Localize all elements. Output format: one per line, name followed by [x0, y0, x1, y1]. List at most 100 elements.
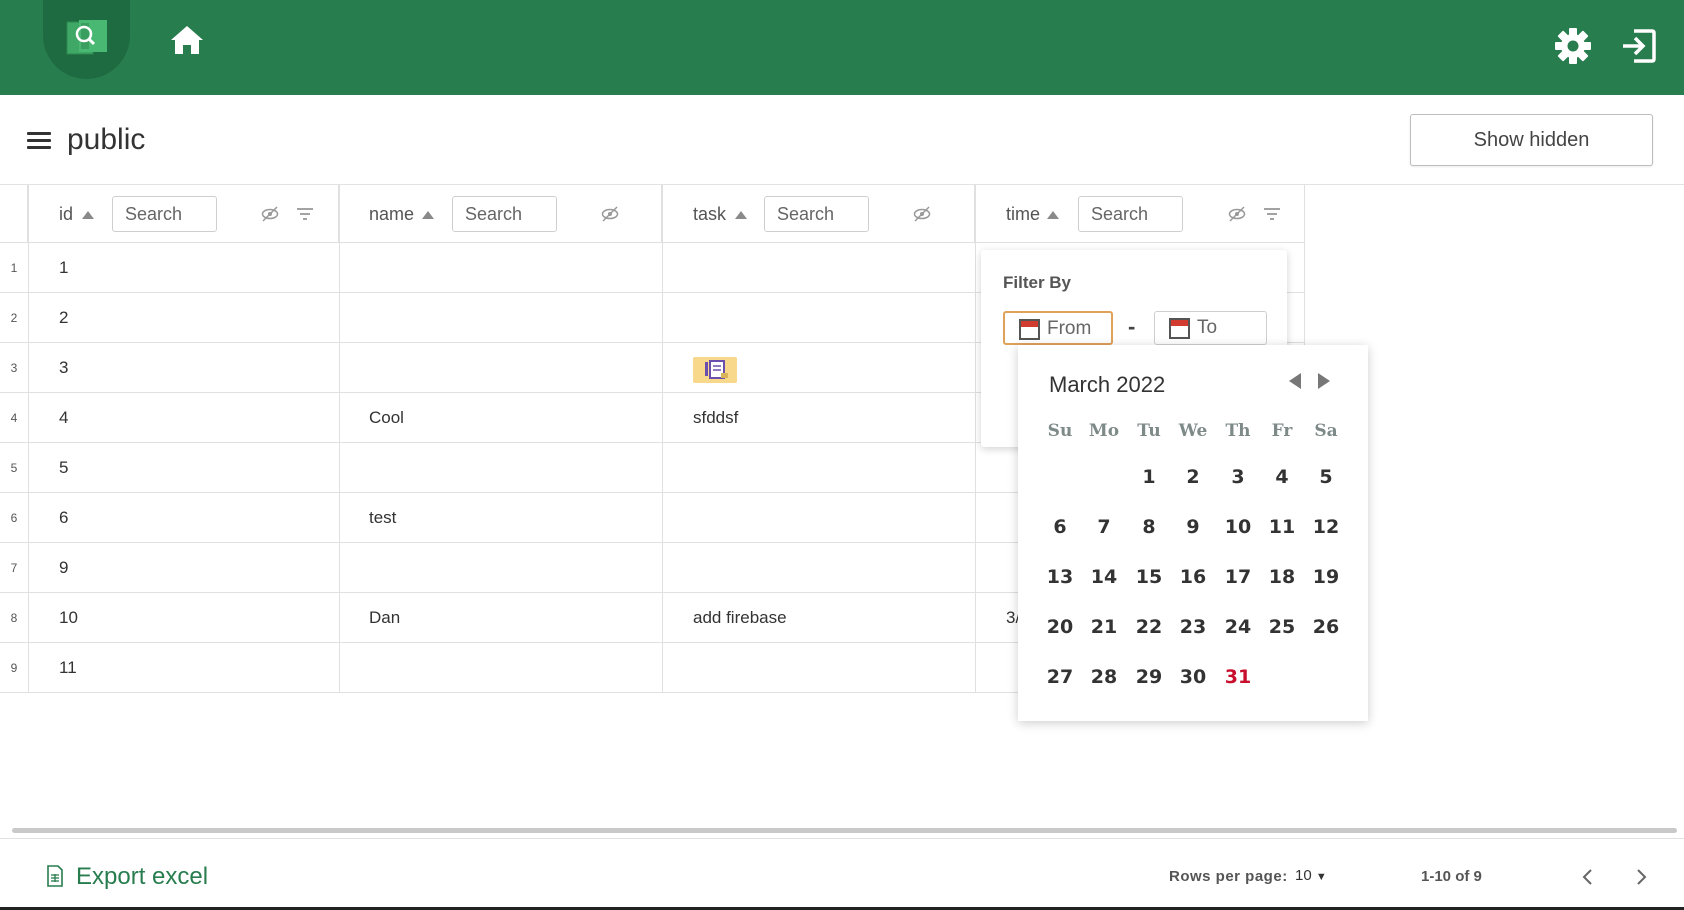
- cell-task[interactable]: sfddsf: [693, 408, 738, 428]
- filter-icon[interactable]: [1263, 205, 1281, 223]
- calendar-day[interactable]: 4: [1260, 466, 1304, 488]
- cell-id[interactable]: 9: [59, 558, 68, 578]
- to-placeholder: To: [1197, 317, 1218, 338]
- calendar-day[interactable]: 7: [1082, 516, 1126, 538]
- top-app-bar: [0, 0, 1684, 95]
- cell-id[interactable]: 5: [59, 458, 68, 478]
- document-icon: [705, 360, 728, 379]
- from-date-input[interactable]: From: [1003, 311, 1113, 345]
- column-label-time[interactable]: time: [1006, 204, 1040, 225]
- chevron-left-icon[interactable]: [1576, 865, 1600, 889]
- row-number: 2: [10, 311, 18, 325]
- calendar-day[interactable]: 23: [1171, 616, 1215, 638]
- calendar-day[interactable]: 9: [1171, 516, 1215, 538]
- cell-id[interactable]: 3: [59, 358, 68, 378]
- column-label-task[interactable]: task: [693, 204, 726, 225]
- calendar-day[interactable]: 12: [1304, 516, 1348, 538]
- calendar-day[interactable]: 18: [1260, 566, 1304, 588]
- cell-id[interactable]: 4: [59, 408, 68, 428]
- column-label-name[interactable]: name: [369, 204, 414, 225]
- next-month-icon[interactable]: [1318, 373, 1330, 389]
- calendar-day[interactable]: 19: [1304, 566, 1348, 588]
- calendar-day[interactable]: 10: [1216, 516, 1260, 538]
- calendar-day[interactable]: 27: [1038, 666, 1082, 688]
- show-hidden-button[interactable]: Show hidden: [1410, 114, 1653, 166]
- cell-name[interactable]: test: [369, 508, 396, 528]
- weekday-label: Fr: [1271, 421, 1293, 441]
- hide-column-icon[interactable]: [913, 205, 931, 223]
- horizontal-scrollbar[interactable]: [12, 828, 1677, 833]
- cell-name[interactable]: Cool: [369, 408, 404, 428]
- row-number-header: [0, 185, 28, 243]
- title-row: public Show hidden: [0, 95, 1684, 185]
- calendar-day[interactable]: 22: [1127, 616, 1171, 638]
- spreadsheet-icon: [47, 865, 63, 887]
- calendar-day[interactable]: 21: [1082, 616, 1126, 638]
- hide-column-icon[interactable]: [1228, 205, 1246, 223]
- row-number: 8: [10, 611, 18, 625]
- calendar-day[interactable]: 1: [1127, 466, 1171, 488]
- cell-id[interactable]: 6: [59, 508, 68, 528]
- calendar-day[interactable]: 5: [1304, 466, 1348, 488]
- calendar-day[interactable]: 8: [1127, 516, 1171, 538]
- calendar-day[interactable]: 14: [1082, 566, 1126, 588]
- rows-per-page-select[interactable]: 10 ▼: [1295, 867, 1327, 884]
- search-input-id[interactable]: [112, 196, 217, 232]
- calendar-day[interactable]: 28: [1082, 666, 1126, 688]
- cell-id[interactable]: 2: [59, 308, 68, 328]
- sort-asc-icon[interactable]: [82, 211, 94, 219]
- weekday-label: Th: [1225, 421, 1251, 441]
- cell-id[interactable]: 11: [59, 658, 77, 678]
- calendar-day-today[interactable]: 31: [1216, 666, 1260, 688]
- weekday-label: We: [1178, 421, 1208, 441]
- calendar-day[interactable]: 20: [1038, 616, 1082, 638]
- weekday-label: Su: [1047, 421, 1073, 441]
- calendar-day[interactable]: 3: [1216, 466, 1260, 488]
- cell-name[interactable]: Dan: [369, 608, 400, 628]
- search-input-time[interactable]: [1078, 196, 1183, 232]
- rows-per-page-value: 10: [1295, 867, 1312, 884]
- sort-asc-icon[interactable]: [422, 211, 434, 219]
- search-input-task[interactable]: [764, 196, 869, 232]
- calendar-day[interactable]: 16: [1171, 566, 1215, 588]
- calendar-day[interactable]: 24: [1216, 616, 1260, 638]
- hide-column-icon[interactable]: [261, 205, 279, 223]
- row-number: 4: [10, 411, 18, 425]
- cell-id[interactable]: 1: [59, 258, 68, 278]
- to-date-input[interactable]: To: [1154, 311, 1267, 345]
- previous-month-icon[interactable]: [1289, 373, 1301, 389]
- calendar-day[interactable]: 6: [1038, 516, 1082, 538]
- exit-icon[interactable]: [1620, 27, 1658, 65]
- calendar-day[interactable]: 13: [1038, 566, 1082, 588]
- calendar-day[interactable]: 29: [1127, 666, 1171, 688]
- cell-task[interactable]: add firebase: [693, 608, 787, 628]
- column-header-id: id: [28, 185, 339, 243]
- cell-id[interactable]: 10: [59, 608, 78, 628]
- date-picker-calendar: March 2022 Su Mo Tu We Th Fr Sa 1 2 3 4 …: [1018, 345, 1368, 721]
- column-label-id[interactable]: id: [59, 204, 73, 225]
- column-header-name: name: [339, 185, 662, 243]
- weekday-label: Mo: [1088, 421, 1120, 441]
- calendar-day[interactable]: 26: [1304, 616, 1348, 638]
- calendar-day[interactable]: 15: [1127, 566, 1171, 588]
- row-number: 1: [10, 261, 18, 275]
- calendar-day[interactable]: 11: [1260, 516, 1304, 538]
- row-number: 3: [10, 361, 18, 375]
- home-icon[interactable]: [170, 24, 204, 56]
- gear-icon[interactable]: [1554, 27, 1592, 65]
- app-logo[interactable]: [43, 0, 130, 79]
- menu-icon[interactable]: [27, 132, 51, 150]
- hide-column-icon[interactable]: [601, 205, 619, 223]
- calendar-day[interactable]: 30: [1171, 666, 1215, 688]
- sort-asc-icon[interactable]: [1047, 211, 1059, 219]
- filter-icon[interactable]: [296, 205, 314, 223]
- calendar-day[interactable]: 25: [1260, 616, 1304, 638]
- calendar-day[interactable]: 17: [1216, 566, 1260, 588]
- calendar-month-label: March 2022: [1049, 372, 1166, 397]
- sort-asc-icon[interactable]: [735, 211, 747, 219]
- chevron-right-icon[interactable]: [1629, 865, 1653, 889]
- column-header-task: task: [662, 185, 975, 243]
- calendar-day[interactable]: 2: [1171, 466, 1215, 488]
- image-thumbnail[interactable]: [693, 357, 737, 383]
- search-input-name[interactable]: [452, 196, 557, 232]
